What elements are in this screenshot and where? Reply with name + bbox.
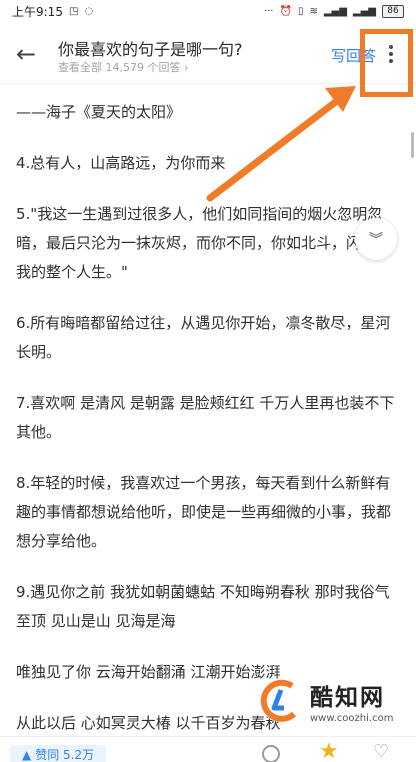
answer-content: ——海子《夏天的太阳》 4.总有人，山高路远，为你而来 5."我这一生遇到过很多… (16, 98, 396, 760)
upvote-button[interactable]: ▲ 赞同 5.2万 (10, 745, 107, 762)
watermark-logo (260, 679, 302, 722)
arrow-left-icon: ← (15, 40, 37, 68)
vibrate-icon: ▯ (297, 5, 304, 17)
question-title[interactable]: 你最喜欢的句子是哪一句? (58, 36, 308, 60)
status-right: ··· ⏰ ▯ ≋ ▂▄▆ ▂▄▆ 86 (263, 4, 404, 18)
watermark: 酷知网 www.coozhi.com (254, 670, 414, 742)
highlight-box (360, 29, 413, 97)
answer-paragraph: ——海子《夏天的太阳》 (16, 103, 182, 121)
upvote-icon: ▲ (22, 748, 32, 762)
battery-icon: 86 (382, 4, 404, 18)
answer-paragraph: 9.遇见你之前 我犹如朝菌蟪蛄 不知晦朔春秋 那时我俗气至顶 见山是山 见海是海 (16, 583, 390, 630)
status-bar: 上午9:15 ◳ ◌ ··· ⏰ ▯ ≋ ▂▄▆ ▂▄▆ 86 (0, 0, 416, 22)
upvote-label: 赞同 5.2万 (35, 748, 95, 762)
alarm-icon: ⏰ (279, 5, 292, 17)
watermark-name: 酷知网 (310, 685, 385, 711)
heart-icon[interactable]: ♡ (373, 741, 389, 762)
scrollbar[interactable] (411, 132, 414, 158)
expand-button[interactable]: ︾ (355, 218, 397, 260)
answer-paragraph: 8.年轻的时候，我喜欢过一个男孩，每天看到什么新鲜有趣的事情都想说给他听，即使是… (16, 474, 392, 550)
status-left: 上午9:15 ◳ ◌ (12, 3, 93, 20)
status-time: 上午9:15 (12, 4, 63, 19)
comment-icon[interactable] (262, 745, 280, 762)
screen: 上午9:15 ◳ ◌ ··· ⏰ ▯ ≋ ▂▄▆ ▂▄▆ 86 ← 你最喜欢的句… (0, 0, 416, 762)
back-button[interactable]: ← (12, 40, 40, 68)
answer-paragraph: 6.所有晦暗都留给过往，从遇见你开始，凛冬散尽，星河长明。 (16, 314, 391, 361)
bubble-icon: ◌ (84, 5, 94, 17)
answer-paragraph: 5."我这一生遇到过很多人，他们如同指间的烟火忽明忽暗，最后只沦为一抹灰烬，而你… (16, 205, 392, 281)
signal-icon: ▂▄▆ (323, 5, 347, 17)
star-icon[interactable]: ★ (319, 739, 339, 762)
question-header: ← 你最喜欢的句子是哪一句? 查看全部 14,579 个回答 › 写回答 (0, 22, 416, 84)
view-all-answers-link[interactable]: 查看全部 14,579 个回答 › (58, 59, 188, 75)
more-status-icon: ··· (263, 5, 274, 17)
watermark-url: www.coozhi.com (310, 713, 394, 724)
answer-paragraph: 4.总有人，山高路远，为你而来 (16, 154, 226, 172)
wifi-icon: ≋ (309, 5, 318, 17)
chevron-double-down-icon: ︾ (369, 232, 383, 248)
signal-2-icon: ▂▄▆ (352, 5, 376, 17)
answer-paragraph: 7.喜欢啊 是清风 是朝露 是脸颊红红 千万人里再也装不下其他。 (16, 394, 395, 441)
notification-icon: ◳ (68, 5, 79, 17)
